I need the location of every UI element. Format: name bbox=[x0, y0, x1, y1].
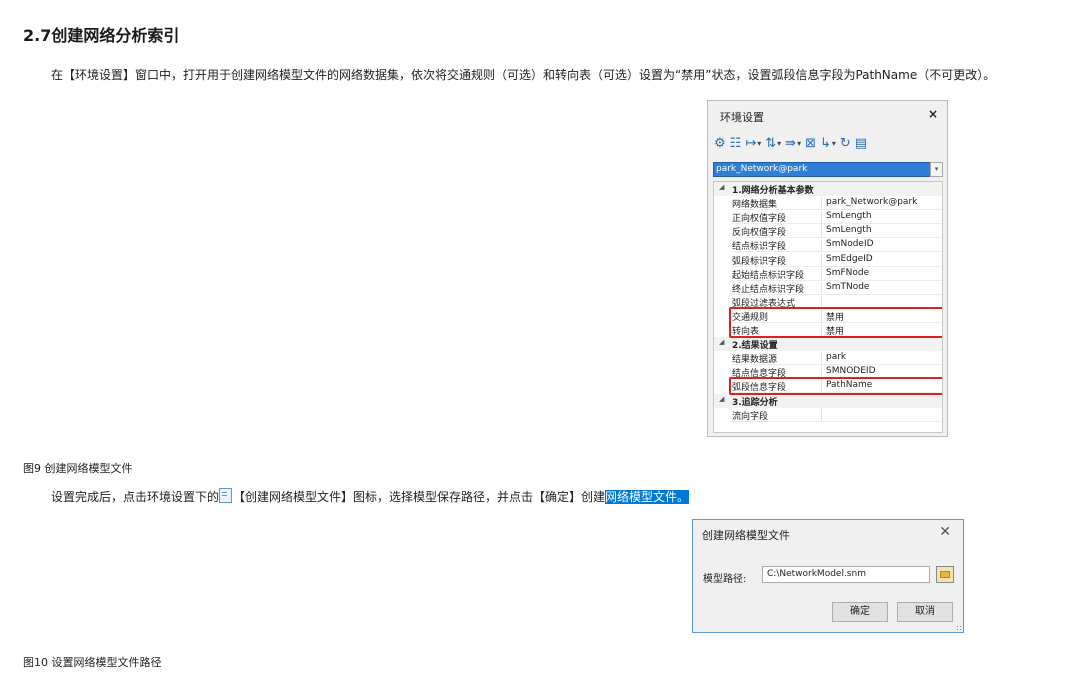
figure-9-caption: 图9 创建网络模型文件 bbox=[23, 462, 133, 475]
property-grid: ◢ 1.网络分析基本参数 网络数据集 park_Network@park 正向权值字段 S… bbox=[713, 181, 943, 433]
category-label: 3.追踪分析 bbox=[732, 397, 778, 408]
section-heading: 2.7创建网络分析索引 bbox=[23, 26, 180, 45]
refresh-icon[interactable]: ↻ bbox=[840, 136, 851, 151]
chevron-down-icon[interactable]: ▾ bbox=[930, 162, 943, 177]
panel-title: 环境设置 bbox=[720, 111, 764, 124]
property-row[interactable]: 结点标识字段 SmNodeID bbox=[714, 238, 942, 253]
category-label: 1.网络分析基本参数 bbox=[732, 186, 814, 196]
collapse-icon[interactable]: ◢ bbox=[719, 338, 724, 346]
property-row[interactable]: 结果数据源 park bbox=[714, 351, 942, 366]
weight-icon[interactable]: ⇅ ▾ bbox=[765, 136, 781, 151]
para2-text-after: 【创建网络模型文件】图标，选择模型保存路径，并点击【确定】创建 bbox=[233, 490, 606, 504]
property-category[interactable]: ◢ 1.网络分析基本参数 bbox=[714, 182, 942, 196]
category-label: 2.结果设置 bbox=[732, 341, 778, 352]
close-icon[interactable]: ✕ bbox=[939, 524, 951, 540]
property-value[interactable]: SmNodeID bbox=[826, 239, 874, 249]
property-value[interactable]: SmTNode bbox=[826, 282, 869, 292]
property-value[interactable]: SmLength bbox=[826, 211, 872, 221]
property-value[interactable]: park_Network@park bbox=[826, 197, 917, 207]
create-model-icon bbox=[219, 488, 233, 503]
grid-icon[interactable]: ⊠ bbox=[805, 136, 816, 151]
close-icon[interactable]: × bbox=[928, 107, 938, 121]
collapse-icon[interactable]: ◢ bbox=[719, 395, 724, 403]
property-row[interactable]: 终止结点标识字段 SmTNode bbox=[714, 281, 942, 295]
collapse-icon[interactable]: ◢ bbox=[719, 183, 724, 191]
figure-10-caption: 图10 设置网络模型文件路径 bbox=[23, 656, 162, 669]
model-path-label: 模型路径: bbox=[703, 574, 747, 585]
node-icon[interactable]: ↳ ▾ bbox=[820, 136, 836, 151]
instruction-paragraph-2: 设置完成后，点击环境设置下的 【创建网络模型文件】图标，选择模型保存路径，并点击【… bbox=[51, 488, 690, 505]
model-path-input[interactable]: C:\NetworkModel.snm bbox=[762, 566, 930, 583]
panel-toolbar: ⚙ ☷ ↦ ▾ ⇅ ▾ ⇛ ▾ ⊠ ↳ ▾ ↻ ▤ bbox=[714, 133, 867, 153]
dataset-value: park_Network@park bbox=[716, 164, 808, 174]
selected-text: 网络模型文件。 bbox=[605, 490, 690, 504]
property-row[interactable]: 流向字段 bbox=[714, 408, 942, 422]
property-row[interactable]: 弧段标识字段 SmEdgeID bbox=[714, 253, 942, 267]
property-value[interactable]: SmFNode bbox=[826, 268, 869, 278]
property-value[interactable]: SmEdgeID bbox=[826, 254, 873, 264]
arrow-split-icon[interactable]: ↦ ▾ bbox=[745, 136, 761, 151]
property-row[interactable]: 网络数据集 park_Network@park bbox=[714, 196, 942, 211]
ok-button[interactable]: 确定 bbox=[832, 602, 888, 622]
property-category[interactable]: ◢ 2.结果设置 bbox=[714, 337, 942, 352]
create-network-model-dialog: 创建网络模型文件 ✕ 模型路径: C:\NetworkModel.snm 确定 … bbox=[692, 519, 964, 633]
cancel-button[interactable]: 取消 bbox=[897, 602, 953, 622]
property-value[interactable]: park bbox=[826, 352, 846, 362]
property-value[interactable]: SMNODEID bbox=[826, 366, 876, 376]
property-row[interactable]: 反向权值字段 SmLength bbox=[714, 224, 942, 239]
create-model-icon[interactable]: ▤ bbox=[855, 136, 867, 151]
environment-settings-panel: 环境设置 × ⚙ ☷ ↦ ▾ ⇅ ▾ ⇛ ▾ ⊠ ↳ ▾ ↻ ▤ park_Networ… bbox=[707, 100, 948, 437]
dataset-dropdown[interactable]: park_Network@park ▾ bbox=[713, 162, 943, 177]
property-value[interactable]: SmLength bbox=[826, 225, 872, 235]
dialog-title: 创建网络模型文件 bbox=[702, 529, 790, 542]
layers-icon[interactable]: ☷ bbox=[730, 136, 742, 151]
para2-text-before: 设置完成后，点击环境设置下的 bbox=[51, 490, 220, 504]
resize-grip[interactable] bbox=[956, 625, 962, 631]
property-category[interactable]: ◢ 3.追踪分析 bbox=[714, 393, 942, 408]
property-row[interactable]: 正向权值字段 SmLength bbox=[714, 210, 942, 225]
turn-icon[interactable]: ⇛ ▾ bbox=[785, 136, 801, 151]
property-row[interactable]: 起始结点标识字段 SmFNode bbox=[714, 267, 942, 281]
highlight-box-rules bbox=[729, 306, 942, 339]
highlight-box-edge-info bbox=[729, 377, 942, 396]
folder-icon[interactable] bbox=[936, 566, 954, 583]
instruction-paragraph-1: 在【环境设置】窗口中，打开用于创建网络模型文件的网络数据集，依次将交通规则（可选… bbox=[51, 68, 996, 82]
gear-icon[interactable]: ⚙ bbox=[714, 136, 726, 151]
